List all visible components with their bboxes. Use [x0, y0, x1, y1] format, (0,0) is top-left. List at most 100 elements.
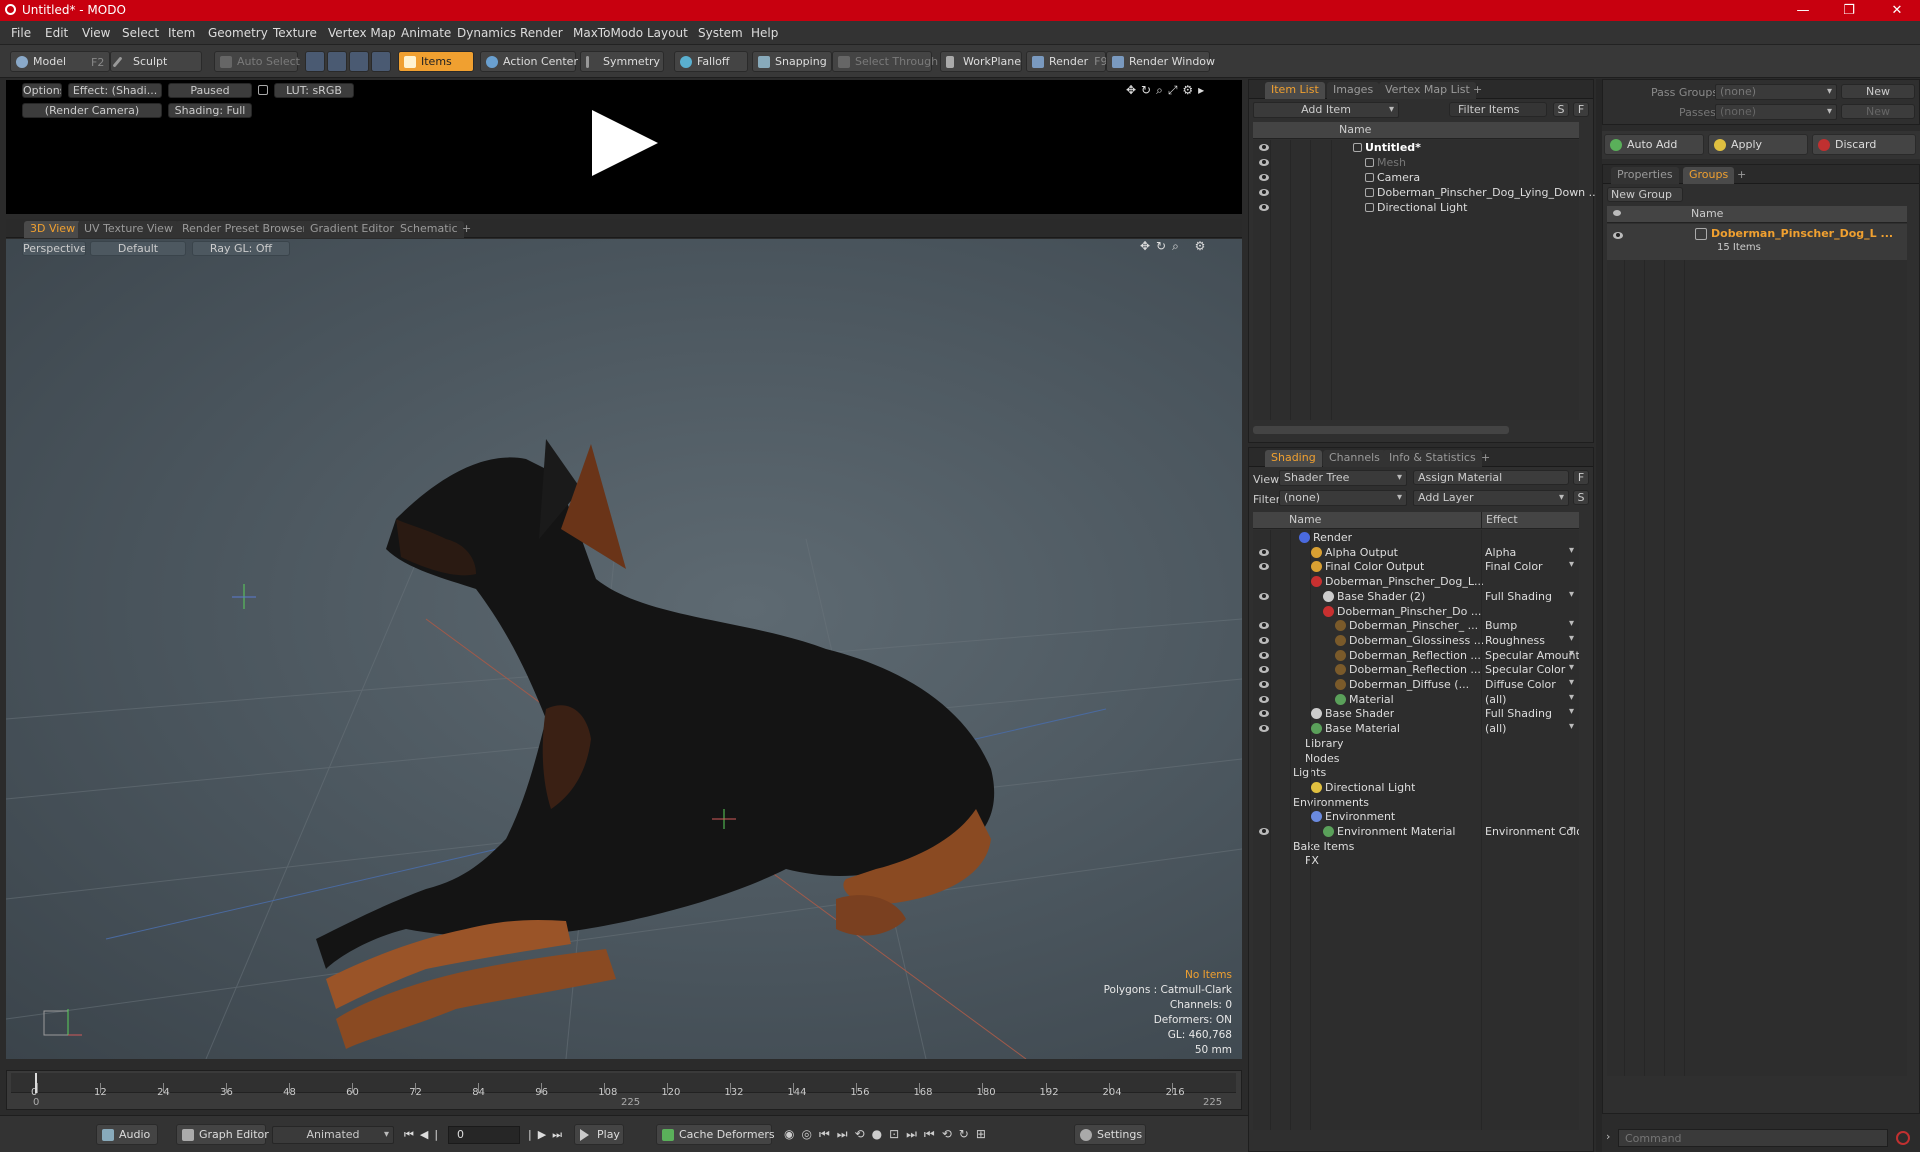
shader-tree-row[interactable]: Nodes	[1253, 751, 1579, 766]
shader-effect-dropdown[interactable]: Full Shading	[1485, 707, 1579, 720]
shader-effect-dropdown[interactable]: Diffuse Color	[1485, 678, 1579, 691]
visibility-eye-icon[interactable]	[1259, 592, 1269, 600]
effect-dropdown-arrow-icon[interactable]: ▾	[1569, 545, 1574, 556]
visibility-eye-icon[interactable]	[1259, 828, 1269, 835]
shader-effect-dropdown[interactable]: Full Shading	[1485, 590, 1579, 603]
itemlist-row[interactable]: Camera	[1253, 170, 1579, 185]
tab-shading[interactable]: Shading	[1265, 450, 1322, 467]
effect-dropdown-arrow-icon[interactable]: ▾	[1569, 633, 1574, 644]
effect-dropdown-arrow-icon[interactable]: ▾	[1569, 721, 1574, 732]
shader-tree-row[interactable]: Environment	[1253, 809, 1579, 824]
assign-material-button[interactable]: Assign Material	[1413, 470, 1569, 485]
tab-3d-view[interactable]: 3D View	[24, 221, 82, 238]
add-shading-tab-button[interactable]: +	[1475, 450, 1496, 467]
menu-maxtomodo[interactable]: MaxToModo	[573, 26, 643, 40]
menu-render[interactable]: Render	[520, 26, 563, 40]
play-button[interactable]: Play	[574, 1124, 624, 1145]
new-pass-button[interactable]: New	[1841, 104, 1915, 119]
current-frame-field[interactable]: 0	[448, 1126, 520, 1144]
render-camera-dropdown[interactable]: (Render Camera)	[22, 103, 162, 118]
command-input[interactable]	[1618, 1129, 1888, 1147]
shading-s-button[interactable]: S	[1573, 490, 1589, 505]
shader-tree-dropdown[interactable]: Shader Tree	[1279, 470, 1407, 486]
preview-effect-dropdown[interactable]: Effect: (Shadi...	[68, 83, 162, 98]
menu-select[interactable]: Select	[122, 26, 159, 40]
visibility-eye-icon[interactable]	[1259, 563, 1269, 571]
minimize-button[interactable]: —	[1780, 0, 1826, 21]
tab-render-preset-browser[interactable]: Render Preset Browser	[176, 221, 314, 238]
shader-tree-row[interactable]: Alpha Output Alpha ▾	[1253, 545, 1579, 560]
effect-dropdown-arrow-icon[interactable]: ▾	[1569, 692, 1574, 703]
menu-animate[interactable]: Animate	[401, 26, 451, 40]
menu-dynamics[interactable]: Dynamics	[457, 26, 516, 40]
visibility-eye-icon[interactable]	[1259, 681, 1269, 688]
itemlist-s-button[interactable]: S	[1553, 102, 1569, 117]
shader-effect-dropdown[interactable]: (all)	[1485, 693, 1579, 706]
menu-file[interactable]: File	[11, 26, 31, 40]
shading-style-dropdown[interactable]: Default	[90, 241, 186, 256]
shader-tree-row[interactable]: Render	[1253, 530, 1579, 545]
visibility-eye-icon[interactable]	[1259, 159, 1269, 166]
next-key-icons[interactable]: |▶⏭	[528, 1128, 568, 1142]
animation-tool-icons[interactable]: ◉◎⏮⏭⟲●⊡⏭⏮⟲↻⊞	[784, 1127, 993, 1142]
prev-key-icons[interactable]: ⏮◀|	[404, 1128, 444, 1142]
menu-item[interactable]: Item	[168, 26, 195, 40]
menu-layout[interactable]: Layout	[647, 26, 688, 40]
materials-mode-icon[interactable]	[371, 51, 391, 72]
menu-geometry[interactable]: Geometry	[208, 26, 268, 40]
visibility-eye-icon[interactable]	[1259, 622, 1269, 630]
tab-vertex-map-list[interactable]: Vertex Map List	[1379, 82, 1476, 99]
itemlist-row[interactable]: Doberman_Pinscher_Dog_Lying_Down ...	[1253, 185, 1599, 200]
tab-gradient-editor[interactable]: Gradient Editor	[304, 221, 400, 238]
shader-tree-row[interactable]: Doberman_Pinscher_Dog_L...	[1253, 574, 1579, 589]
action-center-button[interactable]: Action Center	[480, 51, 578, 72]
itemlist-f-button[interactable]: F	[1573, 102, 1589, 117]
shader-effect-dropdown[interactable]: Specular Color	[1485, 663, 1579, 676]
tab-images[interactable]: Images	[1327, 82, 1380, 99]
viewport-nav-icons[interactable]: ✥↻⌕ ⚙	[1140, 239, 1211, 254]
group-row[interactable]: Doberman_Pinscher_Dog_L ... 15 Items	[1607, 224, 1907, 260]
menu-vertex-map[interactable]: Vertex Map	[328, 26, 396, 40]
shader-tree-row[interactable]: Material (all) ▾	[1253, 692, 1579, 707]
effect-dropdown-arrow-icon[interactable]: ▾	[1569, 824, 1574, 835]
menu-edit[interactable]: Edit	[45, 26, 68, 40]
visibility-eye-icon[interactable]	[1259, 144, 1269, 151]
itemlist-row[interactable]: Untitled*	[1253, 140, 1579, 155]
workplane-button[interactable]: WorkPlane	[940, 51, 1022, 72]
tab-info-statistics[interactable]: Info & Statistics	[1383, 450, 1482, 467]
shading-f-button[interactable]: F	[1573, 470, 1589, 485]
edges-mode-icon[interactable]	[327, 51, 347, 72]
visibility-eye-icon[interactable]	[1259, 651, 1269, 659]
shader-tree-row[interactable]: Lights	[1253, 765, 1579, 780]
auto-select-button[interactable]: Auto Select	[214, 51, 300, 72]
shader-tree-row[interactable]: Environment Material Environment Color ▾	[1253, 824, 1579, 839]
visibility-eye-icon[interactable]	[1259, 710, 1269, 718]
shader-tree-row[interactable]: FX	[1253, 853, 1579, 868]
cache-deformers-button[interactable]: Cache Deformers	[656, 1124, 775, 1145]
shader-tree-row[interactable]: Final Color Output Final Color ▾	[1253, 559, 1579, 574]
perspective-dropdown[interactable]: Perspective	[22, 241, 86, 256]
shader-effect-dropdown[interactable]: Final Color	[1485, 560, 1579, 573]
timeline[interactable]: 0 12 24 36 48 60 72 84 96 108 120 132 144 156 168 180 19…	[6, 1070, 1242, 1110]
items-mode-button[interactable]: Items	[398, 51, 474, 72]
visibility-eye-icon[interactable]	[1259, 666, 1269, 674]
lut-dropdown[interactable]: LUT: sRGB	[274, 83, 354, 98]
shader-effect-dropdown[interactable]: Roughness	[1485, 634, 1579, 647]
close-button[interactable]: ✕	[1874, 0, 1920, 21]
shader-tree-row[interactable]: Doberman_Pinscher_ ... Bump ▾	[1253, 618, 1579, 633]
maximize-button[interactable]: ❐	[1826, 0, 1872, 21]
settings-button[interactable]: Settings	[1074, 1124, 1146, 1145]
shader-tree-row[interactable]: Base Shader Full Shading ▾	[1253, 706, 1579, 721]
shader-tree-row[interactable]: Doberman_Glossiness ... Roughness ▾	[1253, 633, 1579, 648]
visibility-eye-icon[interactable]	[1259, 548, 1269, 556]
menu-help[interactable]: Help	[751, 26, 778, 40]
shader-effect-dropdown[interactable]: Environment Color	[1485, 825, 1579, 838]
tab-groups[interactable]: Groups	[1683, 167, 1735, 184]
effect-dropdown-arrow-icon[interactable]: ▾	[1569, 648, 1574, 659]
vertices-mode-icon[interactable]	[305, 51, 325, 72]
falloff-button[interactable]: Falloff	[674, 51, 748, 72]
tab-item-list[interactable]: Item List	[1265, 82, 1325, 99]
visibility-eye-icon[interactable]	[1259, 174, 1269, 181]
menu-texture[interactable]: Texture	[273, 26, 317, 40]
visibility-eye-icon[interactable]	[1259, 636, 1269, 644]
